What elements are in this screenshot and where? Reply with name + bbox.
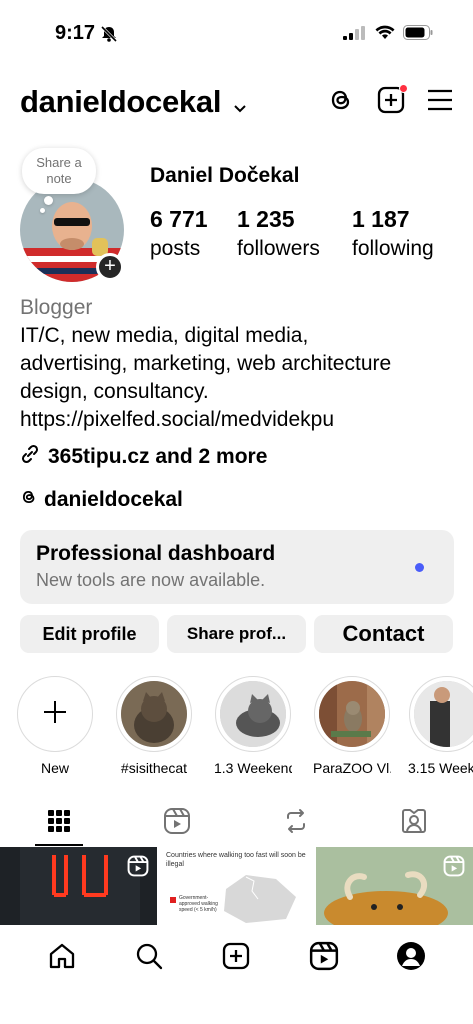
header-actions: [327, 84, 453, 119]
contact-button[interactable]: Contact: [314, 615, 453, 653]
post-caption: Countries where walking too fast will so…: [166, 852, 306, 868]
stat-value: 6 771: [150, 206, 208, 232]
stat-value: 1 187: [352, 206, 410, 232]
note-bubble-tail: [44, 196, 53, 205]
home-icon[interactable]: [45, 939, 79, 973]
threads-badge-icon: [20, 488, 38, 512]
share-profile-button[interactable]: Share prof...: [167, 615, 306, 653]
cellular-signal-icon: [343, 25, 367, 45]
bio: Blogger IT/C, new media, digital media, …: [20, 294, 460, 434]
professional-dashboard[interactable]: Professional dashboard New tools are now…: [20, 530, 454, 604]
reel-icon: [127, 855, 149, 882]
bio-line: design, consultancy.: [20, 380, 209, 403]
profile-nav-avatar[interactable]: [394, 939, 428, 973]
reel-icon: [443, 855, 465, 882]
tagged-icon: [400, 807, 428, 840]
wifi-icon: [375, 25, 395, 45]
silent-mode-icon: [100, 25, 118, 48]
create-button[interactable]: [377, 84, 408, 119]
highlight-cover-cat: [121, 681, 187, 747]
share-note-bubble[interactable]: Share a note: [22, 148, 96, 194]
stat-label: posts: [150, 237, 201, 260]
stat-value: 1 235: [237, 206, 295, 232]
dashboard-subtitle: New tools are now available.: [36, 570, 266, 590]
grid-post[interactable]: [0, 847, 157, 925]
category-label: Blogger: [20, 296, 93, 319]
add-story-button[interactable]: +: [96, 253, 124, 281]
reels-nav-icon[interactable]: [307, 939, 341, 973]
highlight-cover-owl: [319, 681, 385, 747]
bio-link[interactable]: https://pixelfed.social/medvidekpu: [20, 406, 460, 434]
repost-icon: [283, 808, 309, 839]
tab-reels[interactable]: [118, 800, 236, 846]
grid-icon: [47, 809, 71, 838]
edit-profile-button[interactable]: Edit profile: [20, 615, 159, 653]
bottom-navigation: [0, 925, 473, 1024]
following-count[interactable]: 1 187 following: [352, 206, 434, 261]
tab-tagged[interactable]: [355, 800, 473, 846]
status-time: 9:17: [55, 22, 96, 44]
stat-label: following: [352, 237, 434, 260]
create-post-icon[interactable]: [219, 939, 253, 973]
threads-handle: danieldocekal: [44, 488, 183, 511]
plus-icon: [41, 698, 69, 731]
highlight-item[interactable]: 3.15 Week: [408, 676, 473, 776]
threads-icon[interactable]: [327, 86, 355, 119]
highlight-label: #sisithecat: [120, 760, 188, 776]
highlight-new[interactable]: New: [16, 676, 94, 776]
link-icon: [20, 444, 40, 470]
grid-post[interactable]: Countries where walking too fast will so…: [158, 847, 314, 925]
threads-profile-link[interactable]: danieldocekal: [20, 488, 183, 512]
grid-post[interactable]: [316, 847, 473, 925]
legend-swatch: [170, 897, 176, 903]
full-name: Daniel Dočekal: [150, 164, 300, 187]
links-text: 365tipu.cz and 2 more: [48, 445, 268, 468]
bio-line: IT/C, new media, digital media,: [20, 324, 309, 347]
highlight-cover-cat: [220, 681, 286, 747]
profile-tabs: [0, 800, 473, 846]
status-indicators: [343, 25, 433, 45]
search-icon[interactable]: [132, 939, 166, 973]
highlight-item[interactable]: #sisithecat: [115, 676, 193, 776]
highlight-item[interactable]: ParaZOO Vl...: [313, 676, 391, 776]
external-links[interactable]: 365tipu.cz and 2 more: [20, 444, 267, 470]
menu-icon[interactable]: [427, 89, 453, 116]
followers-count[interactable]: 1 235 followers: [237, 206, 320, 261]
dashboard-title: Professional dashboard: [36, 542, 276, 565]
new-indicator-dot: [415, 563, 424, 572]
bio-line: advertising, marketing, web architecture: [20, 352, 392, 375]
highlight-cover-person: [414, 681, 473, 747]
notification-dot: [399, 84, 408, 93]
highlight-label: 1.3 Weekend: [214, 760, 292, 776]
username-switcher[interactable]: danieldocekal: [20, 84, 247, 122]
tab-grid[interactable]: [0, 800, 118, 846]
battery-icon: [403, 25, 433, 45]
highlight-label: ParaZOO Vl...: [313, 760, 391, 776]
reels-icon: [163, 807, 191, 840]
stat-label: followers: [237, 237, 320, 260]
note-bubble-tail-small: [40, 208, 45, 213]
highlight-label: New: [40, 760, 69, 776]
username: danieldocekal: [20, 84, 222, 119]
highlight-item[interactable]: 1.3 Weekend: [214, 676, 292, 776]
chevron-down-icon: [233, 86, 247, 122]
posts-count[interactable]: 6 771 posts: [150, 206, 208, 261]
tab-reposts[interactable]: [237, 800, 355, 846]
post-legend: Government-approved walking speed (< 5 k…: [179, 895, 218, 913]
highlight-label: 3.15 Week: [408, 760, 473, 776]
